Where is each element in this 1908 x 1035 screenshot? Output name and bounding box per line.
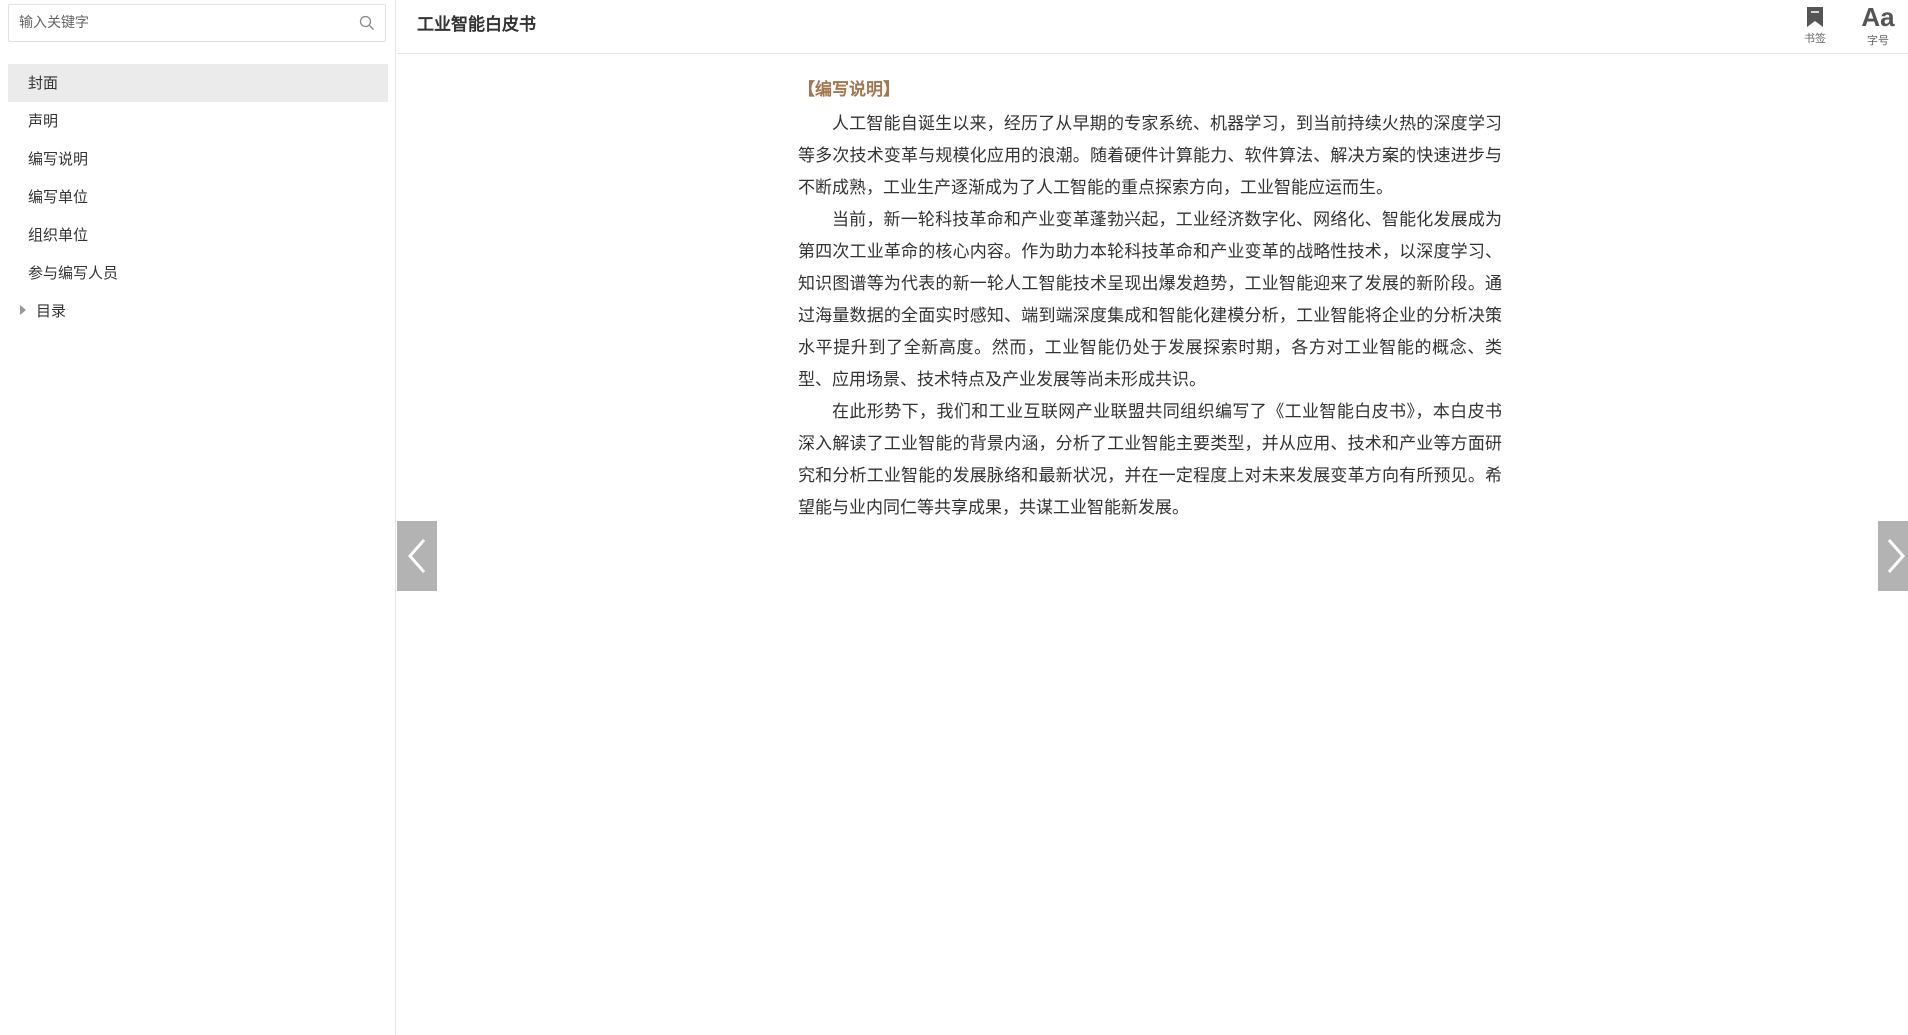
paragraph: 人工智能自诞生以来，经历了从早期的专家系统、机器学习，到当前持续火热的深度学习等…: [798, 114, 1502, 198]
search-box: [8, 4, 386, 42]
bookmark-label: 书签: [1804, 32, 1826, 45]
search-input[interactable]: [9, 5, 349, 41]
reader-header: 工业智能白皮书 书签 Aa 字号: [397, 0, 1908, 54]
sidebar-item-authors-org[interactable]: 编写单位: [8, 178, 388, 216]
section-heading: 【编写说明】: [798, 80, 900, 100]
sidebar-item-contributors[interactable]: 参与编写人员: [8, 254, 388, 292]
sidebar-item-cover[interactable]: 封面: [8, 64, 388, 102]
chevron-left-icon: [408, 539, 426, 573]
sidebar-item-statement[interactable]: 声明: [8, 102, 388, 140]
search-icon[interactable]: [359, 15, 375, 31]
page-title: 工业智能白皮书: [417, 15, 536, 35]
sidebar: 封面 声明 编写说明 编写单位 组织单位 参与编写人员 目录: [0, 0, 396, 1035]
prev-page-button[interactable]: [397, 521, 437, 591]
paragraph: 当前，新一轮科技革命和产业变革蓬勃兴起，工业经济数字化、网络化、智能化发展成为第…: [798, 210, 1502, 390]
paragraph: 在此形势下，我们和工业互联网产业联盟共同组织编写了《工业智能白皮书》，本白皮书深…: [798, 402, 1502, 518]
next-page-button[interactable]: [1878, 521, 1908, 591]
font-size-icon: Aa: [1861, 2, 1895, 32]
bookmark-icon: [1807, 7, 1823, 27]
sidebar-item-contents[interactable]: 目录: [8, 292, 388, 330]
bookmark-button[interactable]: 书签: [1793, 4, 1837, 48]
caret-right-icon[interactable]: [20, 304, 26, 315]
sidebar-item-label: 目录: [36, 302, 67, 320]
document-content: 【编写说明】 人工智能自诞生以来，经历了从早期的专家系统、机器学习，到当前持续火…: [798, 72, 1502, 524]
font-size-button[interactable]: Aa 字号: [1856, 4, 1900, 48]
toc-nav: 封面 声明 编写说明 编写单位 组织单位 参与编写人员 目录: [8, 64, 388, 330]
font-size-label: 字号: [1867, 34, 1889, 47]
sidebar-item-preface[interactable]: 编写说明: [8, 140, 388, 178]
chevron-right-icon: [1887, 539, 1905, 573]
sidebar-item-organizer[interactable]: 组织单位: [8, 216, 388, 254]
